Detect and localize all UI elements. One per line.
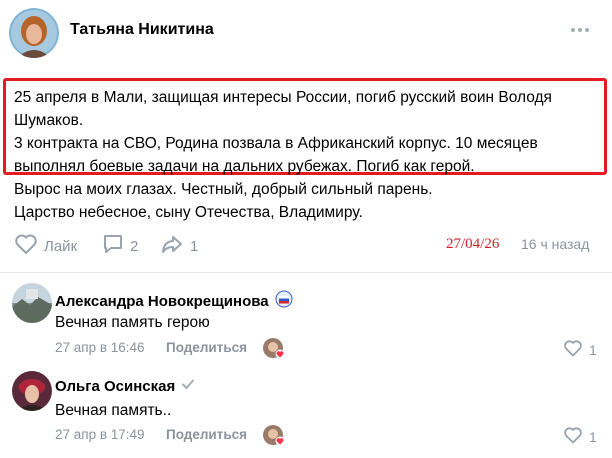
heart-icon [563,339,583,360]
post-text-line: выполнял боевые задачи на дальних рубежа… [14,158,475,175]
shares-count: 1 [190,237,199,255]
heart-icon [14,233,38,259]
comment-text: Вечная память герою [55,314,210,331]
post-text-line: 25 апреля в Мали, защищая интересы Росси… [14,89,552,106]
comment-author[interactable]: Александра Новокрещинова [55,290,293,312]
post-text-line: Шумаков. [14,112,84,129]
author-avatar[interactable] [9,8,59,58]
more-icon[interactable] [569,23,591,35]
comment-likes-count: 1 [589,428,597,445]
date-stamp: 27/04/26 [446,236,500,252]
post-card: Татьяна Никитина 25 апреля в Мали, защищ… [0,0,612,458]
comment-date[interactable]: 27 апр в 17:49 [55,427,145,442]
like-label: Лайк [44,237,78,255]
post-text-line: Царство небесное, сыну Отечества, Владим… [14,204,363,221]
comment-likes-count: 1 [589,341,597,358]
comment-date[interactable]: 27 апр в 16:46 [55,340,145,355]
like-button[interactable]: Лайк [14,233,77,259]
share-icon [160,233,184,259]
comment-like-button[interactable]: 1 [563,426,597,447]
share-button[interactable]: 1 [160,233,198,259]
comments-count: 2 [130,237,139,255]
commenter-avatar[interactable] [12,283,52,323]
heart-icon [563,426,583,447]
divider [0,272,612,273]
comment-like-button[interactable]: 1 [563,339,597,360]
liker-avatar[interactable] [263,425,285,446]
comment-share-button[interactable]: Поделиться [166,340,247,355]
badge-icon [275,290,293,312]
comment-button[interactable]: 2 [102,233,138,259]
comment-author-name: Ольга Осинская [55,377,176,395]
comment-share-button[interactable]: Поделиться [166,427,247,442]
liker-avatar[interactable] [263,338,285,359]
author-name[interactable]: Татьяна Никитина [70,21,214,39]
post-text-line: 3 контракта на СВО, Родина позвала в Афр… [14,135,538,152]
post-text-line: Вырос на моих глазах. Честный, добрый си… [14,181,433,198]
comment-author[interactable]: Ольга Осинская [55,377,195,395]
comment-icon [102,233,124,259]
commenter-avatar[interactable] [12,371,52,411]
comment-text: Вечная память.. [55,402,172,419]
post-time[interactable]: 16 ч назад [521,236,589,252]
comment-author-name: Александра Новокрещинова [55,292,269,310]
verified-icon [181,377,195,395]
